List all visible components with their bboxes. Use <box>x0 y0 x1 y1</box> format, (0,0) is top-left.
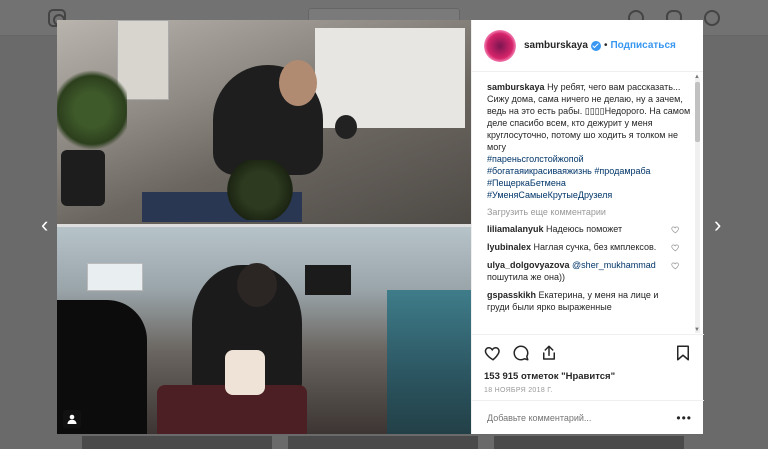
more-options-icon[interactable]: ••• <box>676 411 692 425</box>
comment-username[interactable]: ulya_dolgovyazova <box>487 260 570 270</box>
comment-item: lyubinalex Наглая сучка, без кмплексов. <box>487 241 692 253</box>
scroll-up-icon[interactable]: ▲ <box>694 74 700 80</box>
avatar[interactable] <box>484 29 516 62</box>
save-bookmark-icon[interactable] <box>674 344 692 362</box>
separator-dot: • <box>603 40 608 51</box>
caption-username[interactable]: samburskaya <box>487 82 545 92</box>
hashtag-line: #богатаяикрасиваяжизнь #продамраба <box>487 165 692 177</box>
plant <box>57 65 127 155</box>
comment-mention[interactable]: @sher_mukhammad <box>572 260 656 270</box>
person-head <box>279 60 317 106</box>
comment-text: Надеюсь поможет <box>546 224 623 234</box>
comment-username[interactable]: gspasskikh <box>487 290 536 300</box>
plant-pot <box>61 150 105 206</box>
comment-bubble-icon[interactable] <box>512 344 530 362</box>
profile-icon <box>704 10 720 26</box>
hashtag[interactable]: #продамраба <box>594 166 650 176</box>
post-photo[interactable] <box>57 20 471 434</box>
person-head <box>237 263 277 307</box>
background-tile <box>494 436 684 449</box>
comments-list: samburskaya Ну ребят, чего вам рассказат… <box>472 73 704 333</box>
hashtag[interactable]: #УменяСамыеКрутыеДрузеля <box>487 189 692 201</box>
comment-username[interactable]: liliamalanyuk <box>487 224 544 234</box>
load-more-comments-button[interactable]: Загрузить еще комментарии <box>487 207 692 217</box>
scrollbar-thumb[interactable] <box>695 82 700 142</box>
comment-username[interactable]: lyubinalex <box>487 242 531 252</box>
post-caption: samburskaya Ну ребят, чего вам рассказат… <box>487 81 692 201</box>
photo-top-scene <box>57 20 471 224</box>
comment-item: ulya_dolgovyazova @sher_mukhammad пошути… <box>487 259 692 283</box>
comment-like-heart-icon[interactable] <box>671 261 680 270</box>
share-icon[interactable] <box>540 344 558 362</box>
background-tile <box>288 436 478 449</box>
like-heart-icon[interactable] <box>484 344 502 362</box>
tv <box>305 265 351 295</box>
post-side-panel: samburskaya • Подписаться samburskaya Ну… <box>471 20 704 434</box>
kettlebell <box>335 115 357 139</box>
comment-like-heart-icon[interactable] <box>671 243 680 252</box>
prev-post-arrow[interactable]: ‹ <box>41 214 48 236</box>
scroll-down-icon[interactable]: ▼ <box>694 327 700 333</box>
foot <box>225 350 265 395</box>
hashtag[interactable]: #ПещеркаБетмена <box>487 177 692 189</box>
comment-text: Наглая сучка, без кмплексов. <box>533 242 657 252</box>
next-post-arrow[interactable]: › <box>714 214 721 236</box>
comment-item: gspasskikh Екатерина, у меня на лице и г… <box>487 289 692 313</box>
comment-text: пошутила же она)) <box>487 272 566 282</box>
likes-count[interactable]: 153 915 отметок "Нравится" <box>484 371 692 382</box>
user-tag-icon[interactable] <box>63 410 81 428</box>
caption-text: Ну ребят, чего вам рассказать... Сижу до… <box>487 82 691 152</box>
background-tile <box>82 436 272 449</box>
follow-button[interactable]: Подписаться <box>610 40 675 51</box>
hashtag[interactable]: #богатаяикрасиваяжизнь <box>487 166 592 176</box>
action-icon-row <box>484 343 692 363</box>
post-author-username[interactable]: samburskaya <box>524 40 588 51</box>
clothes-rack <box>387 290 471 434</box>
post-date: 18 НОЯБРЯ 2018 Г. <box>484 387 553 394</box>
comment-like-heart-icon[interactable] <box>671 225 680 234</box>
mirror <box>315 28 465 128</box>
comment-item: liliamalanyuk Надеюсь поможет <box>487 223 692 235</box>
verified-badge-icon <box>590 40 601 51</box>
post-modal: samburskaya • Подписаться samburskaya Ну… <box>57 20 704 434</box>
add-comment-bar: ••• <box>472 400 704 434</box>
hashtag[interactable]: #пареньсголстойжопой <box>487 153 692 165</box>
bonsai <box>225 160 295 220</box>
post-header: samburskaya • Подписаться <box>472 20 703 72</box>
add-comment-input[interactable] <box>487 412 677 423</box>
air-conditioner <box>87 263 143 291</box>
